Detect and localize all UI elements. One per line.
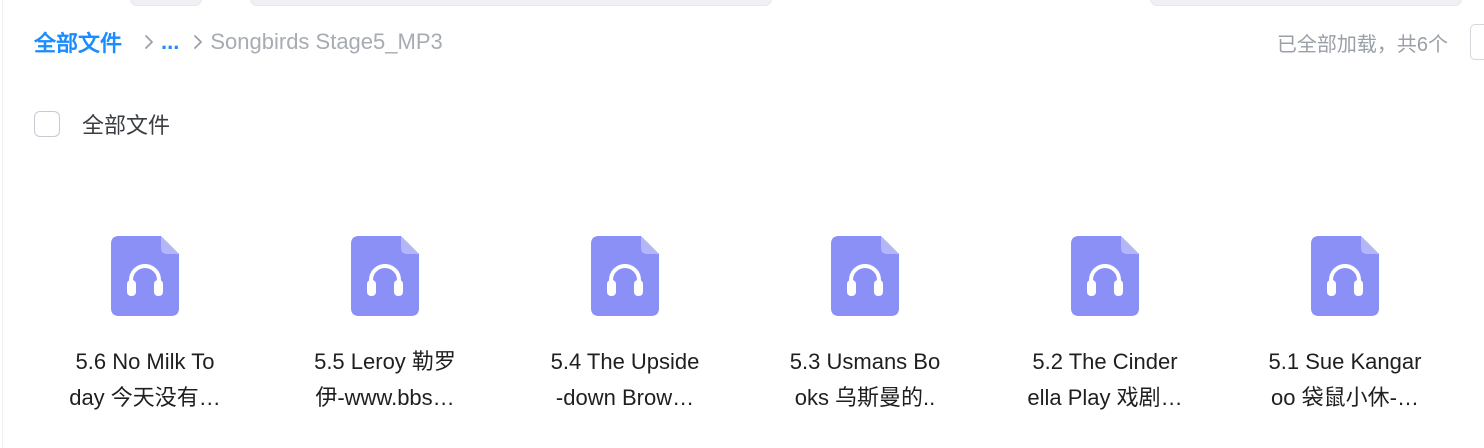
file-grid: 5.6 No Milk To day 今天没有… 5.5 Leroy 勒罗 伊-… xyxy=(25,230,1465,448)
file-tile[interactable]: 5.2 The Cinder ella Play 戏剧… xyxy=(985,230,1185,448)
file-name-line: 5.6 No Milk To xyxy=(75,349,215,374)
file-name-line: oo 袋鼠小休-… xyxy=(1271,385,1419,410)
breadcrumb-current-folder: Songbirds Stage5_MP3 xyxy=(210,29,443,54)
file-tile[interactable]: 5.5 Leroy 勒罗 伊-www.bbs… xyxy=(265,230,465,448)
file-name-line: 5.3 Usmans Bo xyxy=(789,349,941,374)
chevron-right-icon xyxy=(144,34,154,50)
select-all-row[interactable]: 全部文件 xyxy=(34,108,170,140)
file-name-line: 5.2 The Cinder xyxy=(1032,349,1178,374)
breadcrumb-more-link[interactable]: ... xyxy=(161,29,179,55)
breadcrumb-root-link[interactable]: 全部文件 xyxy=(34,26,122,58)
file-name-line: 伊-www.bbs… xyxy=(315,385,455,410)
audio-file-icon xyxy=(831,236,899,316)
file-name-line: oks 乌斯曼的.. xyxy=(794,385,936,410)
file-name[interactable]: 5.4 The Upside -down Brow… xyxy=(527,344,723,416)
toolbar-search-edge[interactable] xyxy=(250,0,772,6)
file-name[interactable]: 5.3 Usmans Bo oks 乌斯曼的.. xyxy=(767,344,963,416)
top-toolbar-edge xyxy=(0,0,1484,6)
audio-file-icon xyxy=(591,236,659,316)
file-name-line: 5.5 Leroy 勒罗 xyxy=(314,349,456,374)
file-tile[interactable]: 5.3 Usmans Bo oks 乌斯曼的.. xyxy=(745,230,945,448)
toolbar-button-edge[interactable] xyxy=(1150,0,1462,6)
file-name[interactable]: 5.5 Leroy 勒罗 伊-www.bbs… xyxy=(287,344,483,416)
panel-divider xyxy=(2,0,3,448)
file-tile[interactable]: 5.6 No Milk To day 今天没有… xyxy=(25,230,225,448)
file-name[interactable]: 5.6 No Milk To day 今天没有… xyxy=(47,344,243,416)
breadcrumb: 全部文件 ... Songbirds Stage5_MP3 xyxy=(34,24,443,60)
file-tile[interactable]: 5.1 Sue Kangar oo 袋鼠小休-… xyxy=(1225,230,1425,448)
toolbar-button-edge[interactable] xyxy=(130,0,202,6)
select-all-checkbox[interactable] xyxy=(34,111,60,137)
file-name-line: 5.4 The Upside xyxy=(550,349,700,374)
audio-file-icon xyxy=(351,236,419,316)
file-name[interactable]: 5.2 The Cinder ella Play 戏剧… xyxy=(1007,344,1203,416)
file-name-line: -down Brow… xyxy=(555,385,695,410)
audio-file-icon xyxy=(1071,236,1139,316)
audio-file-icon xyxy=(111,236,179,316)
view-toggle-button[interactable] xyxy=(1470,24,1484,60)
load-status-text: 已全部加载，共6个 xyxy=(1276,33,1448,56)
file-name-line: day 今天没有… xyxy=(69,385,221,410)
file-name-line: ella Play 戏剧… xyxy=(1027,385,1183,410)
file-name[interactable]: 5.1 Sue Kangar oo 袋鼠小休-… xyxy=(1247,344,1443,416)
file-tile[interactable]: 5.4 The Upside -down Brow… xyxy=(505,230,705,448)
chevron-right-icon xyxy=(193,34,203,50)
select-all-label: 全部文件 xyxy=(82,113,171,138)
file-name-line: 5.1 Sue Kangar xyxy=(1268,349,1422,374)
audio-file-icon xyxy=(1311,236,1379,316)
